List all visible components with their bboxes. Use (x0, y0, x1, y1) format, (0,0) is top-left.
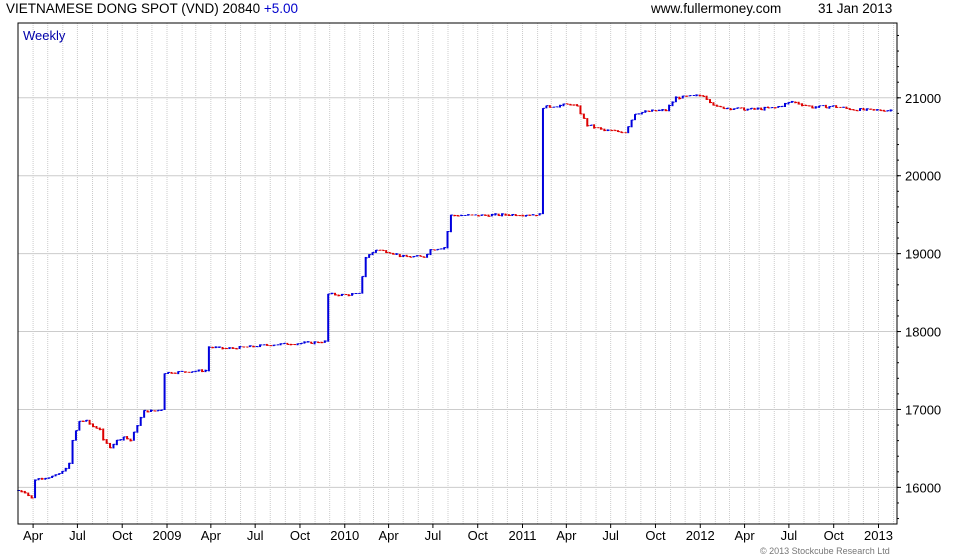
y-tick-label: 17000 (905, 402, 941, 417)
y-tick-label: 20000 (905, 169, 941, 184)
x-tick-label: 2011 (509, 528, 537, 543)
x-tick-label: 2013 (864, 528, 893, 543)
x-tick-label: Oct (824, 528, 845, 543)
y-tick-label: 16000 (905, 480, 941, 495)
y-axis-labels: 16000 17000 18000 19000 20000 21000 (897, 34, 941, 520)
x-tick-label: Oct (290, 528, 311, 543)
x-tick-label: 2010 (330, 528, 359, 543)
x-tick-label: 2009 (153, 528, 182, 543)
copyright-notice: © 2013 Stockcube Research Ltd (760, 546, 890, 556)
period-label: Weekly (23, 28, 66, 43)
x-tick-label: Jul (425, 528, 442, 543)
x-tick-label: Apr (201, 528, 222, 543)
grid-lines (18, 23, 897, 524)
x-tick-label: Oct (112, 528, 133, 543)
x-tick-label: Jul (69, 528, 86, 543)
x-tick-label: Apr (378, 528, 399, 543)
x-tick-label: Jul (602, 528, 619, 543)
x-tick-label: Apr (734, 528, 755, 543)
price-bars (17, 94, 893, 499)
y-tick-label: 18000 (905, 325, 941, 340)
x-tick-label: Apr (23, 528, 44, 543)
y-tick-label: 21000 (905, 91, 941, 106)
y-tick-label: 19000 (905, 247, 941, 262)
x-tick-label: Apr (556, 528, 577, 543)
x-tick-label: 2012 (686, 528, 715, 543)
price-chart: Apr Jul Oct 2009 Apr Jul Oct 2010 Apr Jul Oct 2011 A… (17, 22, 941, 543)
x-tick-label: Jul (247, 528, 264, 543)
x-axis-labels: Apr Jul Oct 2009 Apr Jul Oct 2010 Apr Jul Oct 2011 A… (23, 524, 893, 543)
x-tick-label: Oct (468, 528, 489, 543)
x-tick-label: Jul (781, 528, 798, 543)
x-tick-label: Oct (645, 528, 666, 543)
